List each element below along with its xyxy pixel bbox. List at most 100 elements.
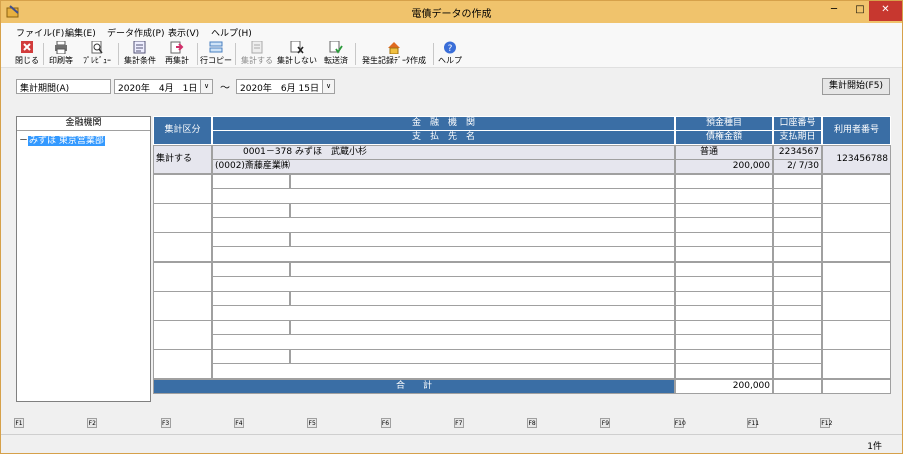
- fkey-f1[interactable]: F1: [14, 418, 24, 428]
- empty-row-category[interactable]: [153, 320, 212, 350]
- aggregate-button[interactable]: 集計する: [239, 41, 275, 68]
- transferred-button[interactable]: 転送済: [321, 41, 351, 68]
- no-aggregate-button[interactable]: 集計しない: [277, 41, 317, 68]
- menu-file[interactable]: ファイル(F): [16, 26, 64, 39]
- empty-row-amount[interactable]: [675, 276, 773, 292]
- row1-bank[interactable]: 0001－378 みずほ 武蔵小杉: [212, 145, 675, 160]
- empty-row-due-date[interactable]: [773, 217, 822, 233]
- empty-row-bank-code[interactable]: [212, 320, 290, 335]
- print-button[interactable]: 印刷等: [47, 41, 75, 68]
- empty-row-category[interactable]: [153, 174, 212, 204]
- row1-category[interactable]: 集計する: [153, 145, 212, 174]
- chevron-down-icon[interactable]: ∨: [322, 80, 334, 93]
- empty-row-due-date[interactable]: [773, 305, 822, 321]
- empty-row-due-date[interactable]: [773, 363, 822, 379]
- fkey-f10[interactable]: F10: [673, 418, 686, 428]
- menu-view[interactable]: 表示(V): [168, 26, 199, 39]
- empty-row-category[interactable]: [153, 291, 212, 321]
- row1-user-no[interactable]: 123456788: [822, 145, 891, 174]
- empty-row-amount[interactable]: [675, 217, 773, 233]
- empty-row-category[interactable]: [153, 203, 212, 233]
- empty-row-amount[interactable]: [675, 334, 773, 350]
- empty-row-payee[interactable]: [212, 334, 675, 350]
- empty-row-account-no[interactable]: [773, 349, 822, 364]
- empty-row-amount[interactable]: [675, 188, 773, 204]
- fkey-f3[interactable]: F3: [160, 418, 171, 428]
- create-record-button[interactable]: 発生記録ﾃﾞｰﾀ作成: [358, 41, 430, 68]
- empty-row-bank-code[interactable]: [212, 203, 290, 218]
- empty-row-amount[interactable]: [675, 305, 773, 321]
- fkey-f4[interactable]: F4: [233, 418, 244, 428]
- empty-row-due-date[interactable]: [773, 334, 822, 350]
- empty-row-account-no[interactable]: [773, 320, 822, 335]
- empty-row-deposit-type[interactable]: [675, 320, 773, 335]
- empty-row-bank-name[interactable]: [290, 291, 675, 306]
- close-window-button[interactable]: ✕: [869, 1, 902, 21]
- empty-row-bank-code[interactable]: [212, 174, 290, 189]
- preview-button[interactable]: ﾌﾟﾚﾋﾞｭｰ: [80, 41, 114, 68]
- empty-row-category[interactable]: [153, 349, 212, 379]
- recalc-button[interactable]: 再集計: [162, 41, 192, 68]
- chevron-down-icon[interactable]: ∨: [200, 80, 212, 93]
- fkey-f7[interactable]: F7: [453, 418, 464, 428]
- empty-row-user-no[interactable]: [822, 203, 891, 233]
- empty-row-account-no[interactable]: [773, 203, 822, 218]
- empty-row-amount[interactable]: [675, 246, 773, 262]
- empty-row-payee[interactable]: [212, 276, 675, 292]
- empty-row-payee[interactable]: [212, 246, 675, 262]
- fkey-f8[interactable]: F8: [527, 418, 538, 428]
- tree-expander[interactable]: －: [19, 136, 28, 146]
- empty-row-user-no[interactable]: [822, 262, 891, 292]
- empty-row-due-date[interactable]: [773, 276, 822, 292]
- empty-row-bank-code[interactable]: [212, 262, 290, 277]
- empty-row-payee[interactable]: [212, 305, 675, 321]
- empty-row-bank-code[interactable]: [212, 232, 290, 247]
- empty-row-user-no[interactable]: [822, 320, 891, 350]
- fkey-f6[interactable]: F6: [380, 418, 391, 428]
- empty-row-bank-name[interactable]: [290, 174, 675, 189]
- copy-row-button[interactable]: 行コピー: [200, 41, 232, 68]
- empty-row-user-no[interactable]: [822, 232, 891, 262]
- empty-row-payee[interactable]: [212, 188, 675, 204]
- menu-help[interactable]: ヘルプ(H): [211, 26, 252, 39]
- date-from-field[interactable]: 2020年 4月 1日 ∨: [114, 79, 213, 94]
- empty-row-bank-code[interactable]: [212, 291, 290, 306]
- fkey-f11[interactable]: F11: [747, 418, 759, 428]
- menu-edit[interactable]: 編集(E): [65, 26, 96, 39]
- empty-row-bank-name[interactable]: [290, 349, 675, 364]
- empty-row-user-no[interactable]: [822, 349, 891, 379]
- empty-row-deposit-type[interactable]: [675, 262, 773, 277]
- empty-row-bank-code[interactable]: [212, 349, 290, 364]
- empty-row-category[interactable]: [153, 262, 212, 292]
- row1-payee[interactable]: (0002)斎藤産業㈱: [212, 159, 675, 174]
- row1-due-date[interactable]: 2/ 7/30: [773, 159, 822, 174]
- fkey-f12[interactable]: F12: [820, 418, 832, 428]
- menu-data-create[interactable]: データ作成(P): [107, 26, 164, 39]
- empty-row-deposit-type[interactable]: [675, 203, 773, 218]
- empty-row-due-date[interactable]: [773, 246, 822, 262]
- empty-row-account-no[interactable]: [773, 262, 822, 277]
- tree-node-mizuho[interactable]: －みずほ 東京営業部: [19, 133, 105, 146]
- empty-row-bank-name[interactable]: [290, 232, 675, 247]
- row1-amount[interactable]: 200,000: [675, 159, 773, 174]
- row1-deposit-type[interactable]: 普通: [675, 145, 773, 160]
- close-button[interactable]: 閉じる: [14, 41, 40, 68]
- empty-row-payee[interactable]: [212, 363, 675, 379]
- empty-row-payee[interactable]: [212, 217, 675, 233]
- empty-row-bank-name[interactable]: [290, 203, 675, 218]
- conditions-button[interactable]: 集計条件: [121, 41, 159, 68]
- empty-row-deposit-type[interactable]: [675, 291, 773, 306]
- empty-row-deposit-type[interactable]: [675, 232, 773, 247]
- row1-account-no[interactable]: 2234567: [773, 145, 822, 160]
- empty-row-account-no[interactable]: [773, 291, 822, 306]
- start-aggregate-button[interactable]: 集計開始(F5): [822, 78, 890, 95]
- empty-row-user-no[interactable]: [822, 291, 891, 321]
- empty-row-due-date[interactable]: [773, 188, 822, 204]
- empty-row-bank-name[interactable]: [290, 262, 675, 277]
- help-button[interactable]: ? ヘルプ: [437, 41, 463, 68]
- minimize-button[interactable]: ─: [821, 1, 847, 21]
- fkey-f2[interactable]: F2: [87, 418, 98, 428]
- empty-row-account-no[interactable]: [773, 174, 822, 189]
- date-to-field[interactable]: 2020年 6月 15日 ∨: [236, 79, 335, 94]
- empty-row-category[interactable]: [153, 232, 212, 262]
